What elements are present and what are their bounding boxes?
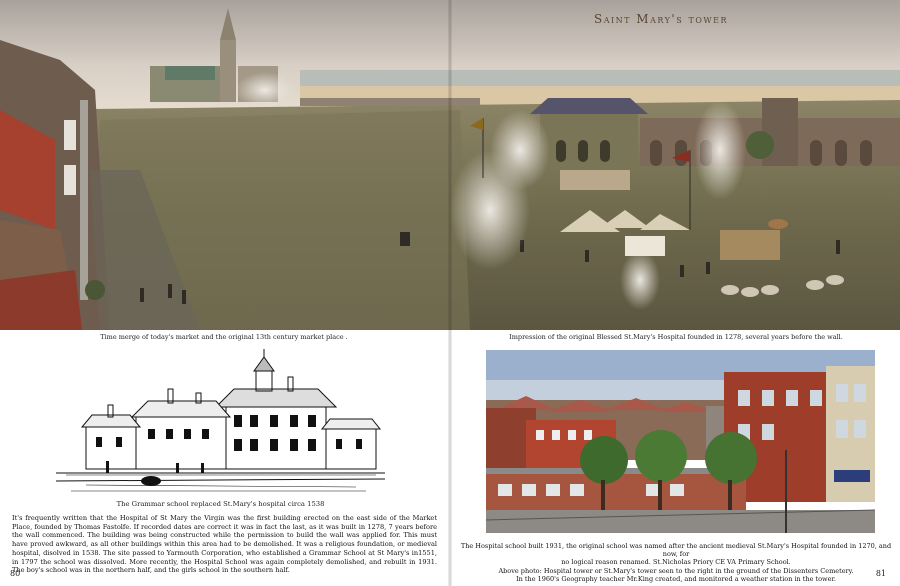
- right-text-line-1: The Hospital school built 1931, the orig…: [460, 542, 892, 559]
- right-page-caption-text: The Hospital school built 1931, the orig…: [458, 542, 894, 583]
- panorama-caption-right: Impression of the original Blessed St.Ma…: [509, 333, 843, 341]
- right-text-line-2: no logical reason renamed. St.Nicholas P…: [561, 558, 791, 567]
- panorama-caption-left: Time merge of today's market and the ori…: [100, 333, 348, 341]
- book-gutter: [448, 0, 452, 586]
- hospital-school-photo: [486, 350, 875, 533]
- book-spread: Saint Mary's tower Time merge of today's…: [0, 0, 900, 586]
- sketch-caption: The Grammar school replaced St.Mary's ho…: [116, 500, 325, 508]
- grammar-school-sketch: [56, 349, 385, 497]
- page-number-left: 80: [10, 569, 21, 578]
- section-title: Saint Mary's tower: [593, 12, 728, 26]
- page-number-right: 81: [875, 569, 886, 578]
- right-text-line-3: Above photo: Hospital tower or St.Mary's…: [498, 566, 854, 575]
- left-page-body-text: It's frequently written that the Hospita…: [12, 514, 437, 575]
- right-text-line-4: In the 1960's Geography teacher Mr.King …: [516, 574, 836, 583]
